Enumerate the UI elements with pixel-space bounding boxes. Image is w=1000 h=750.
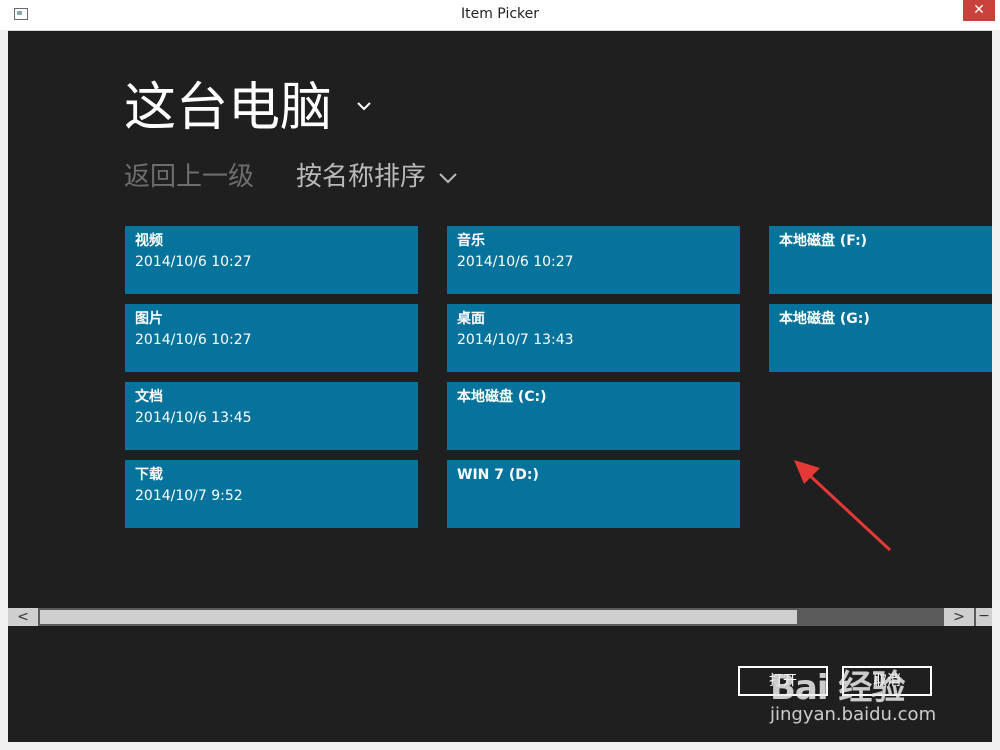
- tile-name: 本地磁盘 (F:): [779, 233, 868, 249]
- tile-item[interactable]: 下载 2014/10/7 9:52: [125, 460, 418, 528]
- tile-name: WIN 7 (D:): [457, 467, 539, 483]
- window-frame-bottom: [0, 742, 1000, 750]
- tile-item[interactable]: 视频 2014/10/6 10:27: [125, 226, 418, 294]
- window-title: Item Picker: [460, 6, 540, 22]
- tile-name: 视频: [135, 233, 163, 249]
- sort-dropdown[interactable]: 按名称排序: [296, 160, 426, 194]
- sort-chevron-down-icon[interactable]: [439, 171, 457, 185]
- tile-name: 图片: [135, 311, 163, 327]
- back-link[interactable]: 返回上一级: [124, 160, 254, 194]
- tile-date: 2014/10/7 9:52: [135, 488, 243, 504]
- window-frame-right: [992, 30, 1000, 750]
- tile-name: 本地磁盘 (C:): [457, 389, 547, 405]
- tile-date: 2014/10/6 13:45: [135, 410, 252, 426]
- baidu-watermark: Bai 经验 jingyan.baidu.com: [770, 642, 950, 732]
- watermark-url: jingyan.baidu.com: [770, 704, 937, 725]
- red-arrow-annotation: [794, 460, 892, 552]
- horizontal-scrollbar[interactable]: < > −: [8, 608, 992, 626]
- zoom-out-button[interactable]: −: [976, 608, 992, 626]
- tile-date: 2014/10/6 10:27: [457, 254, 574, 270]
- tile-date: 2014/10/6 10:27: [135, 254, 252, 270]
- title-bar: Item Picker ✕: [0, 0, 1000, 31]
- tile-item[interactable]: 图片 2014/10/6 10:27: [125, 304, 418, 372]
- tile-drive[interactable]: 本地磁盘 (F:): [769, 226, 992, 294]
- tile-drive[interactable]: WIN 7 (D:): [447, 460, 740, 528]
- tile-date: 2014/10/6 10:27: [135, 332, 252, 348]
- watermark-logo: Bai 经验: [770, 668, 905, 708]
- tile-name: 本地磁盘 (G:): [779, 311, 870, 327]
- tile-date: 2014/10/7 13:43: [457, 332, 574, 348]
- chevron-down-icon[interactable]: [357, 99, 371, 113]
- tile-name: 下载: [135, 467, 163, 483]
- scroll-right-button[interactable]: >: [944, 608, 974, 626]
- tile-name: 桌面: [457, 311, 485, 327]
- scroll-left-button[interactable]: <: [8, 608, 38, 626]
- tile-item[interactable]: 文档 2014/10/6 13:45: [125, 382, 418, 450]
- tile-name: 文档: [135, 389, 163, 405]
- tile-drive[interactable]: 本地磁盘 (G:): [769, 304, 992, 372]
- tile-item[interactable]: 桌面 2014/10/7 13:43: [447, 304, 740, 372]
- tile-drive[interactable]: 本地磁盘 (C:): [447, 382, 740, 450]
- tile-item[interactable]: 音乐 2014/10/6 10:27: [447, 226, 740, 294]
- close-button[interactable]: ✕: [963, 0, 995, 21]
- tile-name: 音乐: [457, 233, 485, 249]
- window-frame-left: [0, 30, 8, 750]
- scroll-thumb[interactable]: [40, 610, 797, 624]
- location-title[interactable]: 这台电脑: [124, 76, 332, 140]
